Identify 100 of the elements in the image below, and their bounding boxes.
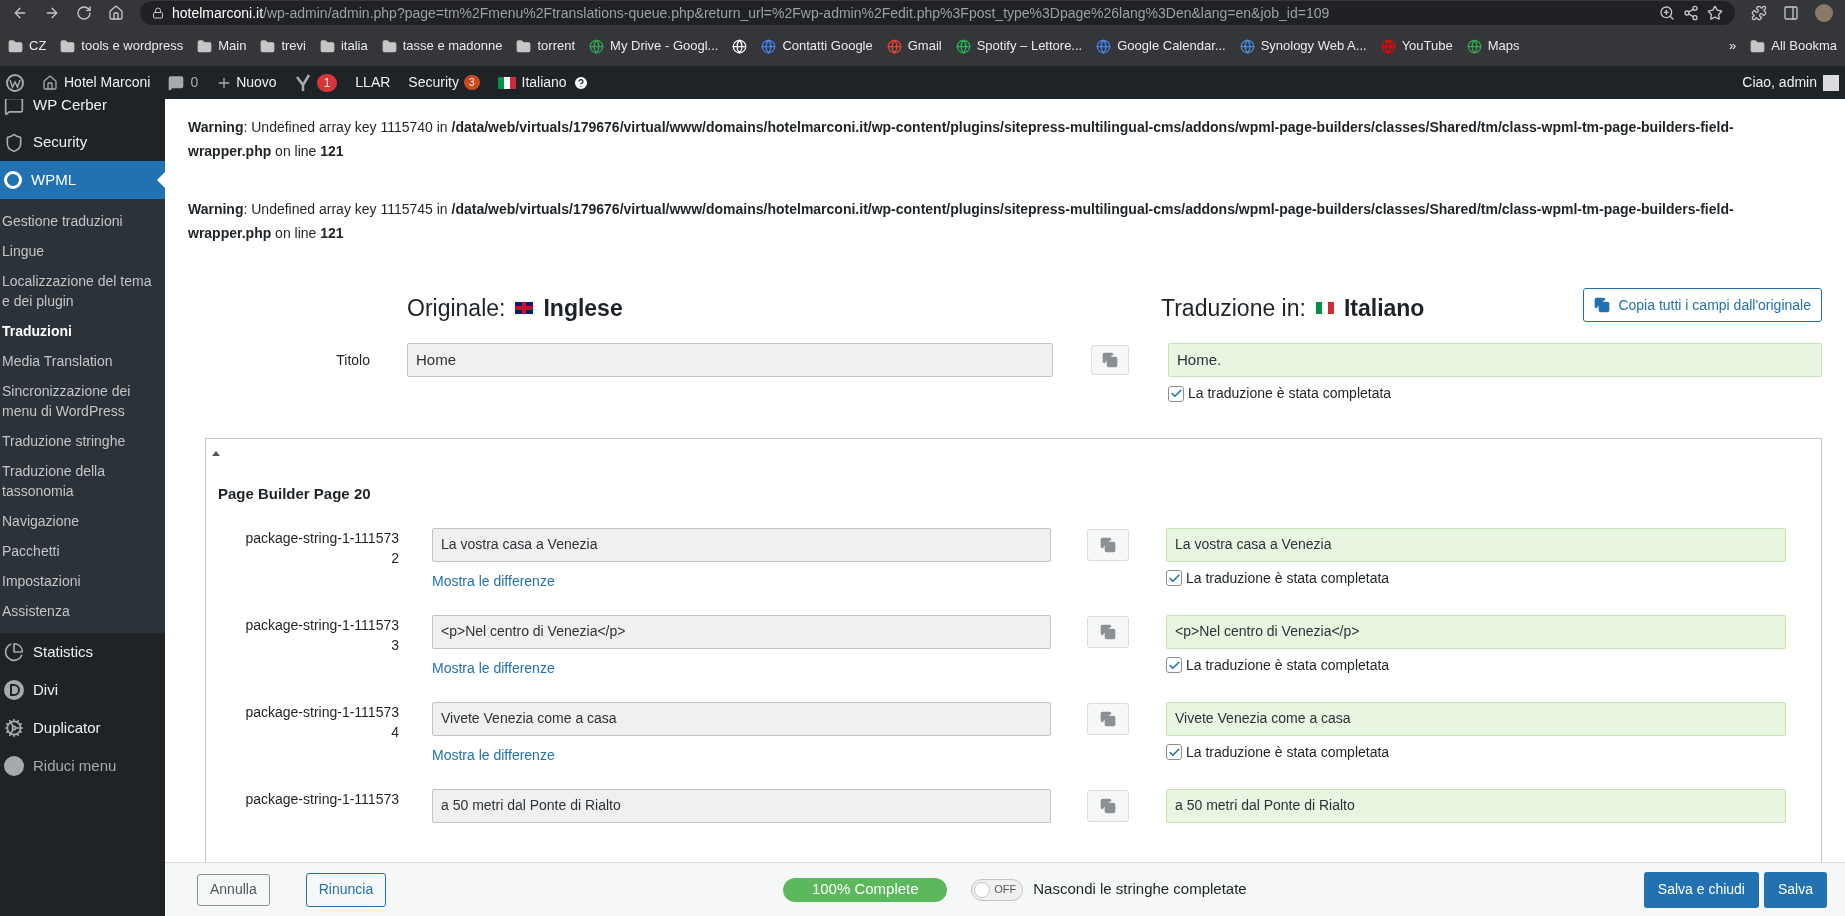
- folder-icon: [381, 38, 397, 54]
- bookmark[interactable]: Google Calendar...: [1096, 36, 1226, 56]
- copy-button[interactable]: [1087, 528, 1129, 561]
- globe-icon[interactable]: [732, 38, 748, 54]
- greeting[interactable]: Ciao, admin: [1742, 72, 1817, 93]
- expand-toggle-icon[interactable]: [212, 451, 220, 456]
- menu-item[interactable]: Divi: [0, 671, 165, 709]
- gear-icon: [4, 718, 24, 738]
- bookmark[interactable]: torrent: [516, 36, 576, 56]
- show-differences-link[interactable]: Mostra le differenze: [432, 657, 555, 679]
- original-language: Inglese: [543, 293, 623, 323]
- new-link[interactable]: Nuovo: [216, 72, 277, 93]
- lock-icon: [152, 7, 164, 19]
- completed-checkbox[interactable]: [1166, 657, 1182, 673]
- menu-item[interactable]: WPML: [0, 161, 165, 199]
- show-differences-link[interactable]: Mostra le differenze: [432, 744, 555, 766]
- translation-field[interactable]: Home.: [1168, 343, 1822, 377]
- translation-field[interactable]: La vostra casa a Venezia: [1166, 527, 1786, 562]
- submenu-item[interactable]: Pacchetti: [0, 536, 165, 566]
- copy-button[interactable]: [1087, 615, 1129, 648]
- bookmark[interactable]: Contatti Google: [761, 36, 873, 56]
- bookmark[interactable]: tasse e madonne: [381, 36, 503, 56]
- translation-field[interactable]: Vivete Venezia come a casa: [1166, 701, 1786, 736]
- bookmark[interactable]: tools e wordpress: [60, 36, 184, 56]
- completed-label: La traduzione è stata completata: [1186, 742, 1390, 762]
- avatar[interactable]: [1823, 74, 1839, 91]
- circle-logo-icon[interactable]: [6, 73, 24, 92]
- bookmark[interactable]: My Drive - Googl...: [589, 36, 719, 56]
- submenu-item[interactable]: Assistenza: [0, 596, 165, 626]
- comments-link[interactable]: 0: [168, 72, 199, 93]
- copy-icon: [1100, 710, 1116, 727]
- save-button[interactable]: Salva: [1763, 871, 1827, 908]
- llar-link[interactable]: LLAR: [355, 72, 391, 93]
- side-panel-icon[interactable]: [1783, 5, 1799, 21]
- translation-field[interactable]: a 50 metri dal Ponte di Rialto: [1166, 788, 1786, 823]
- menu-item[interactable]: Riduci menu: [0, 747, 165, 785]
- star-icon[interactable]: [1707, 5, 1723, 21]
- translation-field[interactable]: <p>Nel centro di Venezia</p>: [1166, 614, 1786, 649]
- language-switcher[interactable]: Italiano: [497, 72, 589, 93]
- wpml-logo-icon: [4, 171, 22, 189]
- site-link[interactable]: Hotel Marconi: [42, 72, 151, 93]
- copy-button[interactable]: [1087, 702, 1129, 735]
- bookmark[interactable]: Maps: [1466, 36, 1520, 56]
- submenu-item[interactable]: Traduzioni: [0, 316, 165, 346]
- original-heading: Originale:: [407, 293, 506, 323]
- progress-bar: 100% Complete: [783, 877, 948, 902]
- check-icon: [1169, 387, 1183, 400]
- reload-icon[interactable]: [76, 5, 92, 21]
- save-and-close-button[interactable]: Salva e chiudi: [1643, 871, 1759, 908]
- security-link[interactable]: Security 3: [408, 72, 480, 93]
- warning-message: Warning: Undefined array key 1115745 in /data/web/virtuals/179676/virtual/www/domains/hotelmarconi.it/wp-content/plugins/sitepress-multilingual-cms/addons/wpml-page-builders/classes/Shared/tm/class-wpml-tm-page-builders-field-wrapper.php on line 121: [188, 200, 1735, 243]
- bookmark[interactable]: CZ: [8, 36, 47, 56]
- submenu-item[interactable]: Traduzione della tassonomia: [0, 456, 165, 506]
- hide-completed-toggle[interactable]: OFF: [971, 878, 1024, 901]
- completed-checkbox[interactable]: [1166, 744, 1182, 760]
- menu-item[interactable]: WP Cerber: [0, 99, 165, 124]
- completed-checkbox[interactable]: [1166, 570, 1182, 586]
- home-icon[interactable]: [108, 5, 124, 21]
- original-field: Home: [407, 343, 1053, 377]
- resign-button[interactable]: Rinuncia: [305, 872, 387, 907]
- menu-item[interactable]: Duplicator: [0, 709, 165, 747]
- submenu-item[interactable]: Media Translation: [0, 346, 165, 376]
- notification-badge: 3: [463, 75, 480, 90]
- copy-all-button[interactable]: Copia tutti i campi dall'originale: [1583, 288, 1822, 322]
- submenu-item[interactable]: Gestione traduzioni: [0, 206, 165, 236]
- bookmark[interactable]: Main: [197, 36, 247, 56]
- submenu-item[interactable]: Sincronizzazione dei menu di WordPress: [0, 376, 165, 426]
- copy-button[interactable]: [1087, 789, 1129, 822]
- menu-item[interactable]: Statistics: [0, 633, 165, 671]
- submenu-item[interactable]: Localizzazione del tema e dei plugin: [0, 266, 165, 316]
- menu-item[interactable]: Security: [0, 124, 165, 161]
- submenu-item[interactable]: Impostazioni: [0, 566, 165, 596]
- bookmark[interactable]: italia: [320, 36, 368, 56]
- more-bookmarks[interactable]: »: [1729, 36, 1737, 56]
- translation-language: Italiano: [1343, 293, 1425, 323]
- seo-link[interactable]: 1: [294, 73, 338, 92]
- bookmark[interactable]: Spotify – Lettore...: [955, 36, 1083, 56]
- back-icon[interactable]: [12, 5, 28, 21]
- bookmark[interactable]: Synology Web A...: [1239, 36, 1367, 56]
- field-label: Titolo: [335, 351, 370, 370]
- original-field: Vivete Venezia come a casa: [432, 701, 1051, 736]
- submenu-item[interactable]: Navigazione: [0, 506, 165, 536]
- completed-checkbox[interactable]: [1168, 385, 1184, 402]
- bookmark[interactable]: All Bookma: [1750, 36, 1837, 56]
- address-bar[interactable]: hotelmarconi.it/wp-admin/admin.php?page=tm%2Fmenu%2Ftranslations-queue.php&return_url=%2Fwp-admin%2Fedit.php%3Fpost_type%3Dpage%26lang%3Den&lang=en&job_id=109: [140, 1, 1735, 25]
- bookmark[interactable]: YouTube: [1380, 36, 1453, 56]
- submenu-item[interactable]: Traduzione stringhe: [0, 426, 165, 456]
- profile-avatar[interactable]: [1815, 4, 1833, 22]
- show-differences-link[interactable]: Mostra le differenze: [432, 570, 555, 592]
- bookmark[interactable]: trevi: [260, 36, 306, 56]
- copy-button[interactable]: [1091, 345, 1129, 375]
- zoom-icon[interactable]: [1659, 5, 1675, 21]
- folder-icon: [516, 38, 532, 54]
- cancel-button[interactable]: Annulla: [197, 873, 270, 906]
- copy-icon: [1594, 297, 1611, 313]
- extensions-icon[interactable]: [1751, 5, 1767, 21]
- submenu-item[interactable]: Lingue: [0, 236, 165, 266]
- forward-icon[interactable]: [44, 5, 60, 21]
- share-icon[interactable]: [1683, 5, 1699, 21]
- bookmark[interactable]: Gmail: [886, 36, 942, 56]
